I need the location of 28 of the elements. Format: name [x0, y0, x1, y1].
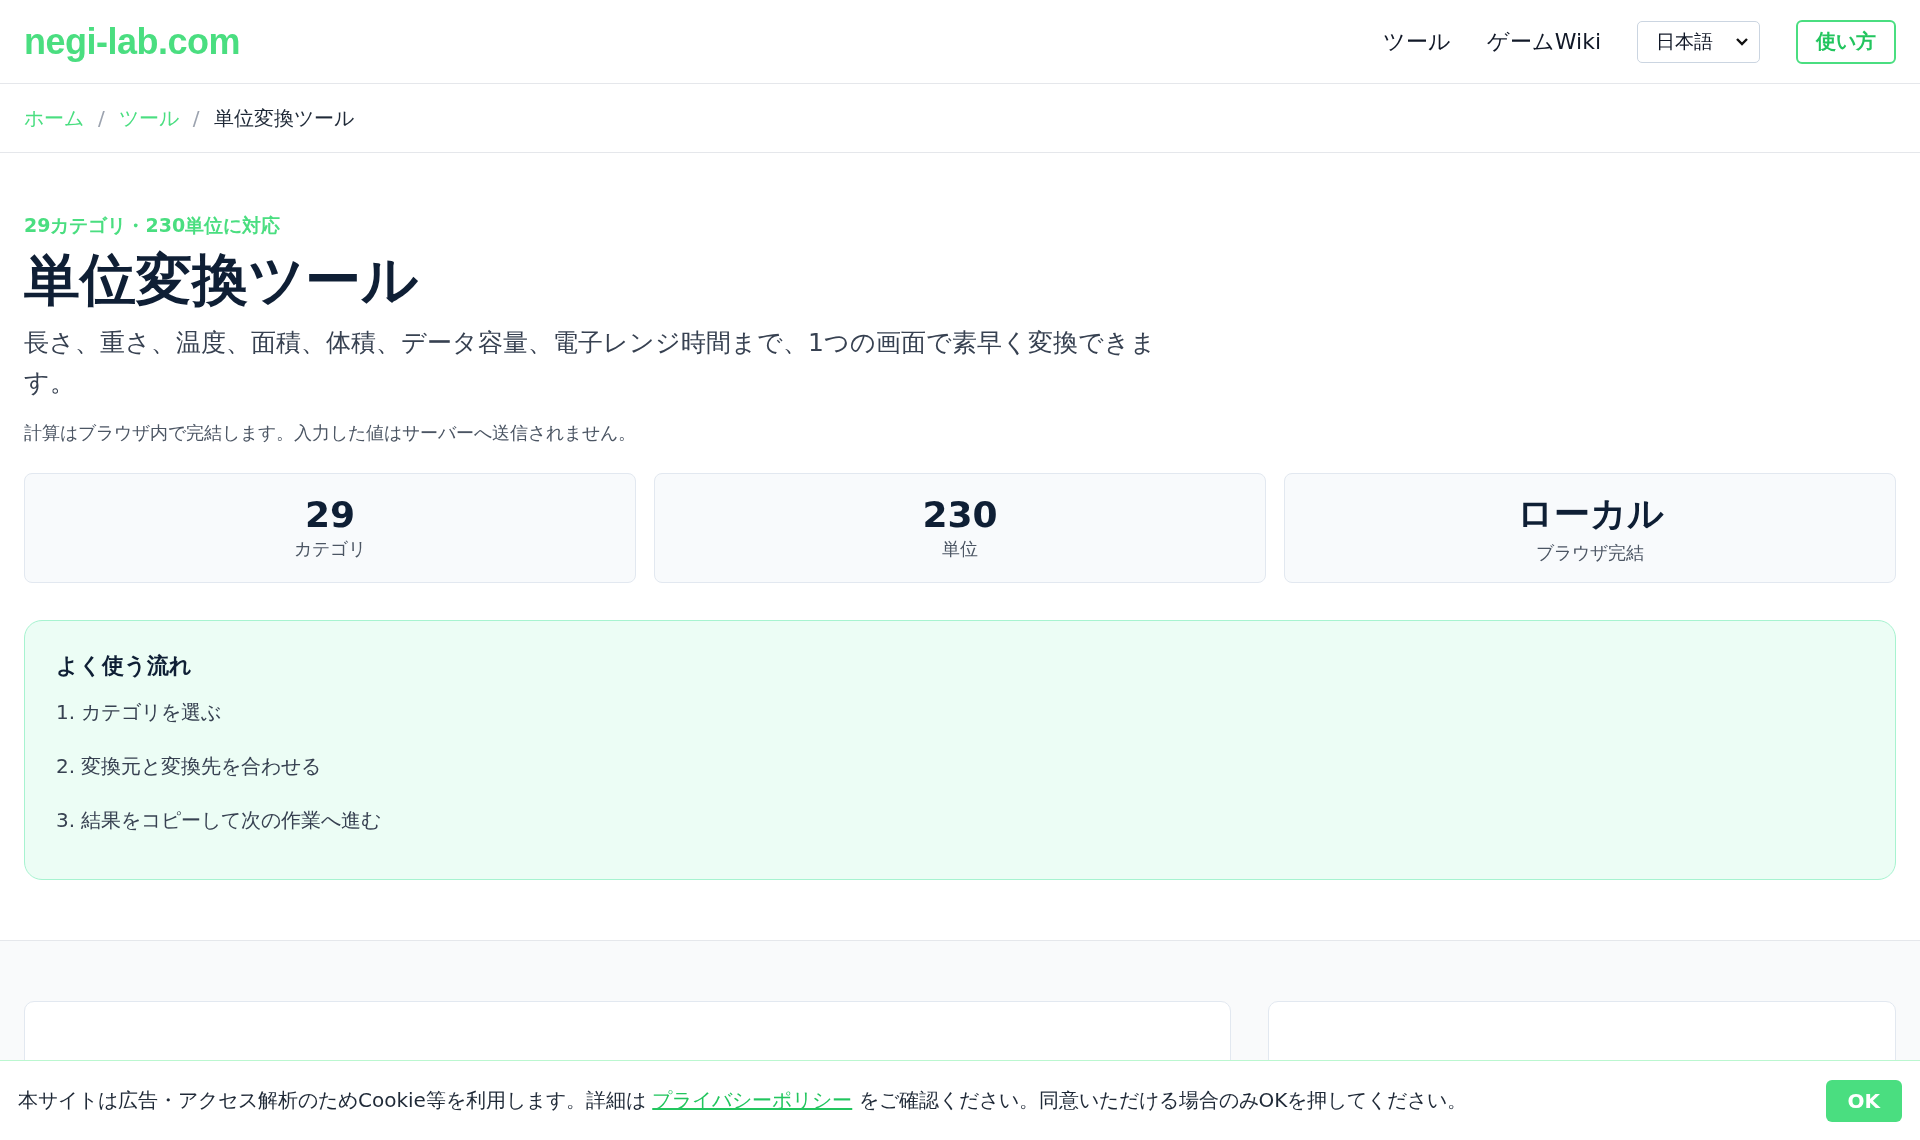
privacy-note: 計算はブラウザ内で完結します。入力した値はサーバーへ送信されません。	[24, 420, 637, 445]
breadcrumb-link[interactable]: ホーム	[24, 104, 84, 132]
description: 長さ、重さ、温度、面積、体積、データ容量、電子レンジ時間まで、1つの画面で素早く変換できます。	[24, 326, 1157, 399]
breadcrumb-separator: /	[192, 106, 200, 130]
stat-value: 29	[304, 494, 356, 536]
stat-label: ブラウザ完結	[1536, 541, 1644, 566]
nav-link[interactable]: ゲームWiki	[1486, 26, 1601, 57]
page-title: 単位変換ツール	[24, 249, 419, 311]
tagline: 29カテゴリ・230単位に対応	[24, 213, 282, 238]
flow-step: 3. 結果をコピーして次の作業へ進む	[56, 806, 1864, 861]
breadcrumb-link[interactable]: ツール	[118, 104, 179, 132]
flow-step: 1. カテゴリを選ぶ	[56, 698, 1864, 753]
caret-icon	[1735, 37, 1749, 46]
ok-button[interactable]: OK	[1825, 1079, 1902, 1122]
breadcrumb-separator: /	[98, 106, 105, 130]
flow-heading: よく使う流れ	[56, 651, 193, 680]
stat-value: ローカル	[1516, 492, 1664, 537]
stat-label: カテゴリ	[294, 537, 366, 562]
breadcrumb-current: 単位変換ツール	[213, 104, 354, 132]
nav-link[interactable]: ツール	[1382, 26, 1451, 57]
cookie-notice: 本サイトは広告・アクセス解析のためCookie等を利用します。詳細は プライバシーポリシー をご確認ください。同意いただける場合のみOKを押してください。	[18, 1087, 1468, 1114]
stat-value: 230	[922, 494, 998, 536]
privacy-policy-link[interactable]: プライバシーポリシー	[652, 1088, 853, 1112]
language-select[interactable]: 日本語	[1637, 20, 1760, 63]
help-button[interactable]: 使い方	[1796, 19, 1896, 64]
stat-label: 単位	[942, 537, 978, 562]
flow-step: 2. 変換元と変換先を合わせる	[56, 752, 1864, 807]
site-logo[interactable]: negi-lab.com	[24, 20, 241, 63]
